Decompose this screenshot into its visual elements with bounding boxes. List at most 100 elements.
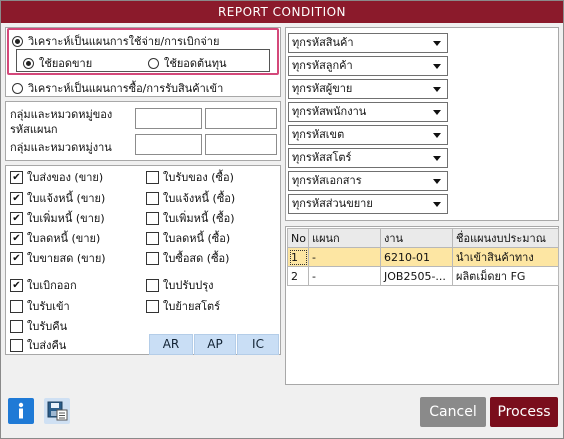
purchase-plan-label: วิเคราะห์เป็นแผนการซื้อ/การรับสินค้าเข้า [28, 82, 224, 95]
dropdown-arrow-icon [433, 133, 441, 138]
dropdown-arrow-icon [433, 110, 441, 115]
zone-code-dropdown[interactable]: ทุกรหัสเขต [288, 125, 448, 145]
check-icon [10, 231, 23, 245]
doc-checkbox-right-7[interactable]: ใบย้ายสโตร์ [146, 297, 220, 315]
doc-checkbox-left-6[interactable]: ใบเบิกออก [10, 276, 77, 294]
doc-checkbox-left-7[interactable]: ใบรับเข้า [10, 297, 70, 315]
doc-checkbox-left-2[interactable]: ใบแจ้งหนี้ (ขาย) [10, 189, 105, 207]
check-icon [10, 251, 23, 265]
save-settings-icon [47, 401, 68, 421]
product-code-dropdown[interactable]: ทุกรหัสสินค้า [288, 33, 448, 53]
grid-cell-plan-name[interactable]: ผลิตเม็ดยา FG [452, 266, 559, 286]
doc-checkbox-left-9[interactable]: ใบส่งคืน [10, 336, 66, 354]
grid-header-no[interactable]: No [287, 228, 309, 248]
radio-selected-icon [23, 57, 34, 69]
doc-checkbox-right-5[interactable]: ใบซื้อสด (ซื้อ) [146, 249, 229, 267]
doc-checkbox-right-3[interactable]: ใบเพิ่มหนี้ (ซื้อ) [146, 209, 235, 227]
job-group-to-input[interactable] [205, 134, 277, 155]
table-row[interactable]: 2 - JOB2505-... ผลิตเม็ดยา FG [287, 266, 559, 286]
department-group-from-input[interactable] [135, 108, 202, 129]
dropdown-arrow-icon [433, 41, 441, 46]
department-group-to-input[interactable] [205, 108, 277, 129]
doc-checkbox-left-5[interactable]: ใบขายสด (ขาย) [10, 249, 106, 267]
extension-code-dropdown[interactable]: ทุกรหัสส่วนขยาย [288, 194, 448, 214]
doc-label: ใบแจ้งหนี้ (ขาย) [27, 192, 106, 205]
dropdown-arrow-icon [433, 156, 441, 161]
job-group-from-input[interactable] [135, 134, 202, 155]
doc-checkbox-right-6[interactable]: ใบปรับปรุง [146, 276, 214, 294]
window-title: REPORT CONDITION [1, 1, 563, 23]
grid-header-department[interactable]: แผนก [308, 228, 381, 248]
employee-code-dropdown[interactable]: ทุกรหัสพนักงาน [288, 102, 448, 122]
grid-cell-department[interactable]: - [308, 266, 381, 286]
radio-empty-icon [148, 57, 159, 69]
dropdown-value: ทุกรหัสเขต [292, 128, 345, 141]
doc-label: ใบลดหนี้ (ซื้อ) [163, 232, 231, 245]
use-cost-label: ใช้ยอดต้นทุน [164, 57, 227, 70]
doc-label: ใบรับของ (ซื้อ) [163, 171, 234, 184]
doc-checkbox-left-8[interactable]: ใบรับคืน [10, 317, 67, 335]
doc-label: ใบแจ้งหนี้ (ซื้อ) [163, 192, 236, 205]
checkbox-empty-icon [146, 251, 159, 265]
grid-header-job[interactable]: งาน [380, 228, 453, 248]
doc-label: ใบลดหนี้ (ขาย) [27, 232, 101, 245]
doc-label: ใบปรับปรุง [163, 279, 214, 292]
doc-checkbox-right-1[interactable]: ใบรับของ (ซื้อ) [146, 168, 234, 186]
customer-code-dropdown[interactable]: ทุกรหัสลูกค้า [288, 56, 448, 76]
dropdown-arrow-icon [433, 202, 441, 207]
grid-cell-no[interactable]: 2 [287, 266, 309, 286]
grid-cell-department[interactable]: - [308, 247, 381, 267]
checkbox-empty-icon [146, 170, 159, 184]
dropdown-arrow-icon [433, 87, 441, 92]
grid-header-plan-name[interactable]: ชื่อแผนงบประมาณ [452, 228, 559, 248]
process-button[interactable]: Process [490, 397, 558, 427]
doc-checkbox-left-1[interactable]: ใบส่งของ (ขาย) [10, 168, 103, 186]
dropdown-value: ทุกรหัสผู้ขาย [292, 82, 353, 95]
doc-label: ใบเบิกออก [27, 279, 77, 292]
ic-button[interactable]: IC [237, 334, 279, 355]
expense-plan-label: วิเคราะห์เป็นแผนการใช้จ่าย/การเบิกจ่าย [28, 35, 220, 48]
checkbox-empty-icon [10, 319, 23, 333]
doc-checkbox-left-3[interactable]: ใบเพิ่มหนี้ (ขาย) [10, 209, 105, 227]
doc-label: ใบเพิ่มหนี้ (ขาย) [27, 212, 105, 225]
save-settings-button[interactable] [44, 398, 70, 424]
grid-header-row: No แผนก งาน ชื่อแผนงบประมาณ [287, 228, 559, 248]
check-icon [10, 191, 23, 205]
expense-plan-radio[interactable]: วิเคราะห์เป็นแผนการใช้จ่าย/การเบิกจ่าย [12, 32, 219, 50]
ap-button[interactable]: AP [194, 334, 236, 355]
checkbox-empty-icon [146, 231, 159, 245]
grid-cell-job[interactable]: JOB2505-... [380, 266, 453, 286]
grid-cell-plan-name[interactable]: นำเข้าสินค้าทาง [452, 247, 559, 267]
use-sales-radio[interactable]: ใช้ยอดขาย [23, 54, 92, 72]
grid-cell-no[interactable]: 1 [287, 247, 309, 267]
doc-label: ใบขายสด (ขาย) [27, 252, 106, 265]
vendor-code-dropdown[interactable]: ทุกรหัสผู้ขาย [288, 79, 448, 99]
store-code-dropdown[interactable]: ทุกรหัสสโตร์ [288, 148, 448, 168]
doc-label: ใบส่งของ (ขาย) [27, 171, 104, 184]
dropdown-arrow-icon [433, 179, 441, 184]
department-group-label-2: รหัสแผนก [10, 123, 58, 136]
table-row[interactable]: 1 - 6210-01 นำเข้าสินค้าทาง [287, 247, 559, 267]
doc-label: ใบรับเข้า [27, 300, 70, 313]
info-button[interactable] [8, 398, 34, 424]
checkbox-empty-icon [10, 299, 23, 313]
check-icon [10, 278, 23, 292]
dropdown-value: ทุกรหัสเอกสาร [292, 174, 362, 187]
checkbox-empty-icon [146, 191, 159, 205]
grid-cell-job[interactable]: 6210-01 [380, 247, 453, 267]
doc-label: ใบรับคืน [27, 320, 68, 333]
info-icon [18, 402, 24, 419]
use-cost-radio[interactable]: ใช้ยอดต้นทุน [148, 54, 226, 72]
cancel-button[interactable]: Cancel [420, 397, 486, 427]
budget-plan-table: No แผนก งาน ชื่อแผนงบประมาณ 1 - 6210-01 … [287, 228, 559, 286]
document-code-dropdown[interactable]: ทุกรหัสเอกสาร [288, 171, 448, 191]
doc-checkbox-left-4[interactable]: ใบลดหนี้ (ขาย) [10, 229, 100, 247]
ar-button[interactable]: AR [149, 334, 193, 355]
doc-checkbox-right-2[interactable]: ใบแจ้งหนี้ (ซื้อ) [146, 189, 235, 207]
dropdown-value: ทุกรหัสสินค้า [292, 36, 354, 49]
checkbox-empty-icon [146, 299, 159, 313]
purchase-plan-radio[interactable]: วิเคราะห์เป็นแผนการซื้อ/การรับสินค้าเข้า [12, 79, 223, 97]
doc-label: ใบเพิ่มหนี้ (ซื้อ) [163, 212, 235, 225]
doc-checkbox-right-4[interactable]: ใบลดหนี้ (ซื้อ) [146, 229, 230, 247]
dropdown-value: ทุกรหัสพนักงาน [292, 105, 367, 118]
